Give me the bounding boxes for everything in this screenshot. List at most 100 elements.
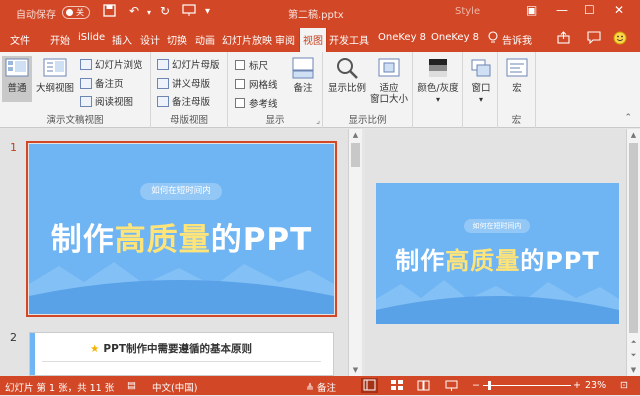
group-label-views: 演示文稿视图: [46, 115, 104, 126]
scroll-up-icon[interactable]: ▲: [349, 131, 362, 139]
notes-toggle-button[interactable]: 备注: [290, 56, 316, 94]
zoom-button[interactable]: 显示比例: [326, 56, 368, 94]
handout-master-button[interactable]: 讲义母版: [157, 76, 210, 90]
undo-icon[interactable]: ↶: [129, 4, 139, 18]
tab-design[interactable]: 设计: [140, 32, 160, 47]
lightbulb-icon[interactable]: [488, 31, 498, 47]
macros-button[interactable]: 宏: [503, 56, 531, 94]
tab-islide[interactable]: iSlide: [78, 32, 105, 43]
tab-onekey-2[interactable]: OneKey 8: [431, 32, 479, 43]
scrollbar-thumb[interactable]: [629, 143, 638, 333]
notes-button[interactable]: ≜ 备注: [306, 380, 336, 394]
maximize-icon[interactable]: ☐: [584, 3, 595, 17]
collapse-ribbon-icon[interactable]: ⌃: [624, 113, 632, 123]
notes-page-icon: [80, 78, 92, 89]
spellcheck-icon[interactable]: ▤: [127, 380, 136, 391]
group-label-show: 显示: [265, 115, 285, 126]
ribbon-display-icon[interactable]: ▣: [526, 3, 537, 17]
tab-developer[interactable]: 开发工具: [329, 32, 369, 47]
smiley-icon[interactable]: [613, 31, 627, 48]
tab-animations[interactable]: 动画: [195, 32, 215, 47]
undo-dropdown-icon[interactable]: ▾: [147, 8, 151, 17]
reading-view-status-button[interactable]: [415, 378, 432, 393]
group-label-master: 母版视图: [169, 115, 208, 126]
normal-view-icon: [5, 56, 29, 80]
next-slide-icon[interactable]: ⏷: [627, 351, 640, 360]
reading-view-button[interactable]: 阅读视图: [80, 94, 133, 108]
scroll-down-icon[interactable]: ▼: [349, 366, 362, 374]
zoom-out-button[interactable]: −: [472, 380, 480, 391]
color-dropdown-icon: ▾: [435, 95, 440, 104]
tab-file[interactable]: 文件: [10, 32, 30, 47]
thumbnail-scrollbar[interactable]: ▲ ▼: [348, 129, 362, 376]
macros-icon: [505, 56, 529, 80]
slide-master-icon: [157, 59, 169, 70]
tab-transitions[interactable]: 切换: [167, 32, 187, 47]
window-button[interactable]: 窗口 ▾: [466, 56, 496, 105]
tell-me-input[interactable]: 告诉我: [502, 32, 532, 47]
tab-onekey-1[interactable]: OneKey 8: [378, 32, 426, 43]
ruler-checkbox[interactable]: 标尺: [235, 58, 268, 72]
zoom-percentage[interactable]: 23%: [585, 380, 606, 391]
presentation-icon[interactable]: [182, 4, 196, 20]
slide-subtitle: 如何在短时间内: [140, 183, 222, 200]
slide-2-title: ★ PPT制作中需要遵循的基本原则: [90, 343, 252, 355]
outline-view-button[interactable]: 大纲视图: [34, 56, 76, 94]
zoom-slider[interactable]: [483, 385, 571, 386]
notes-master-button[interactable]: 备注母版: [157, 94, 210, 108]
previous-slide-icon[interactable]: ⏶: [627, 338, 640, 347]
style-label: Style: [455, 6, 481, 17]
slide-master-button[interactable]: 幻灯片母版: [157, 57, 220, 71]
slide-thumbnail-1[interactable]: 如何在短时间内 制作高质量的PPT: [26, 141, 337, 317]
fit-slide-icon[interactable]: ⊡: [620, 380, 628, 391]
tab-insert[interactable]: 插入: [112, 32, 132, 47]
thumbnail-number: 1: [10, 141, 17, 154]
slide-sorter-button[interactable]: 幻灯片浏览: [80, 57, 143, 71]
tab-slideshow[interactable]: 幻灯片放映: [222, 32, 272, 47]
gridlines-checkbox[interactable]: 网格线: [235, 77, 278, 91]
slide-scrollbar[interactable]: ▲ ⏶ ⏷ ▼: [626, 129, 640, 376]
slide-subtitle: 如何在短时间内: [464, 219, 530, 233]
group-label-macros: 宏: [511, 115, 522, 126]
status-bar: 幻灯片 第 1 张，共 11 张 ▤ 中文(中国) ≜ 备注 − + 23% ⊡: [0, 376, 640, 395]
star-icon: ★: [90, 343, 100, 355]
scroll-up-icon[interactable]: ▲: [627, 131, 640, 139]
mountains-graphic: [29, 262, 334, 314]
tab-home[interactable]: 开始: [50, 32, 70, 47]
scrollbar-thumb[interactable]: [351, 143, 360, 167]
autosave-label: 自动保存: [16, 10, 56, 21]
autosave-toggle[interactable]: 关: [62, 6, 90, 19]
comments-icon[interactable]: [587, 31, 601, 47]
notes-master-icon: [157, 96, 169, 107]
close-icon[interactable]: ✕: [614, 3, 624, 17]
slide-sorter-status-button[interactable]: [388, 378, 405, 393]
fit-to-window-button[interactable]: 适应 窗口大小: [369, 56, 409, 105]
group-presentation-views: 普通 大纲视图 幻灯片浏览 备注页 阅读视图 演示文稿视图: [0, 52, 151, 128]
scroll-down-icon[interactable]: ▼: [627, 366, 640, 374]
zoom-in-button[interactable]: +: [573, 380, 581, 391]
dialog-launcher-icon[interactable]: ⌟: [316, 116, 320, 125]
ribbon-tabs: 文件 开始 iSlide 插入 设计 切换 动画 幻灯片放映 审阅 视图 开发工…: [0, 26, 640, 52]
main-slide-canvas[interactable]: 如何在短时间内 制作高质量的PPT: [376, 183, 619, 324]
zoom-slider-thumb[interactable]: [488, 381, 492, 390]
group-label-zoom: 显示比例: [348, 115, 387, 126]
guides-checkbox[interactable]: 参考线: [235, 96, 278, 110]
group-macros: 宏 宏: [498, 52, 536, 128]
slide-thumbnail-2[interactable]: ★ PPT制作中需要遵循的基本原则: [29, 332, 334, 376]
tab-review[interactable]: 审阅: [275, 32, 295, 47]
redo-icon[interactable]: ↻: [160, 4, 170, 18]
thumbnail-pane: 1 如何在短时间内 制作高质量的PPT 2 ★ PPT制作中需要遵循的基本原则 ▲…: [0, 129, 362, 376]
normal-view-button[interactable]: 普通: [2, 56, 32, 102]
tab-view[interactable]: 视图: [299, 28, 327, 52]
minimize-icon[interactable]: —: [556, 3, 568, 17]
color-grayscale-button[interactable]: 颜色/灰度 ▾: [415, 56, 461, 105]
share-icon[interactable]: [557, 31, 570, 47]
normal-view-status-button[interactable]: [361, 378, 378, 393]
language-indicator[interactable]: 中文(中国): [152, 380, 197, 394]
save-icon[interactable]: [103, 4, 116, 20]
handout-master-icon: [157, 78, 169, 89]
notes-page-button[interactable]: 备注页: [80, 76, 124, 90]
slide-title: 制作高质量的PPT: [395, 247, 600, 275]
customize-qat-icon[interactable]: ▾: [205, 6, 210, 17]
slideshow-status-button[interactable]: [443, 378, 460, 393]
